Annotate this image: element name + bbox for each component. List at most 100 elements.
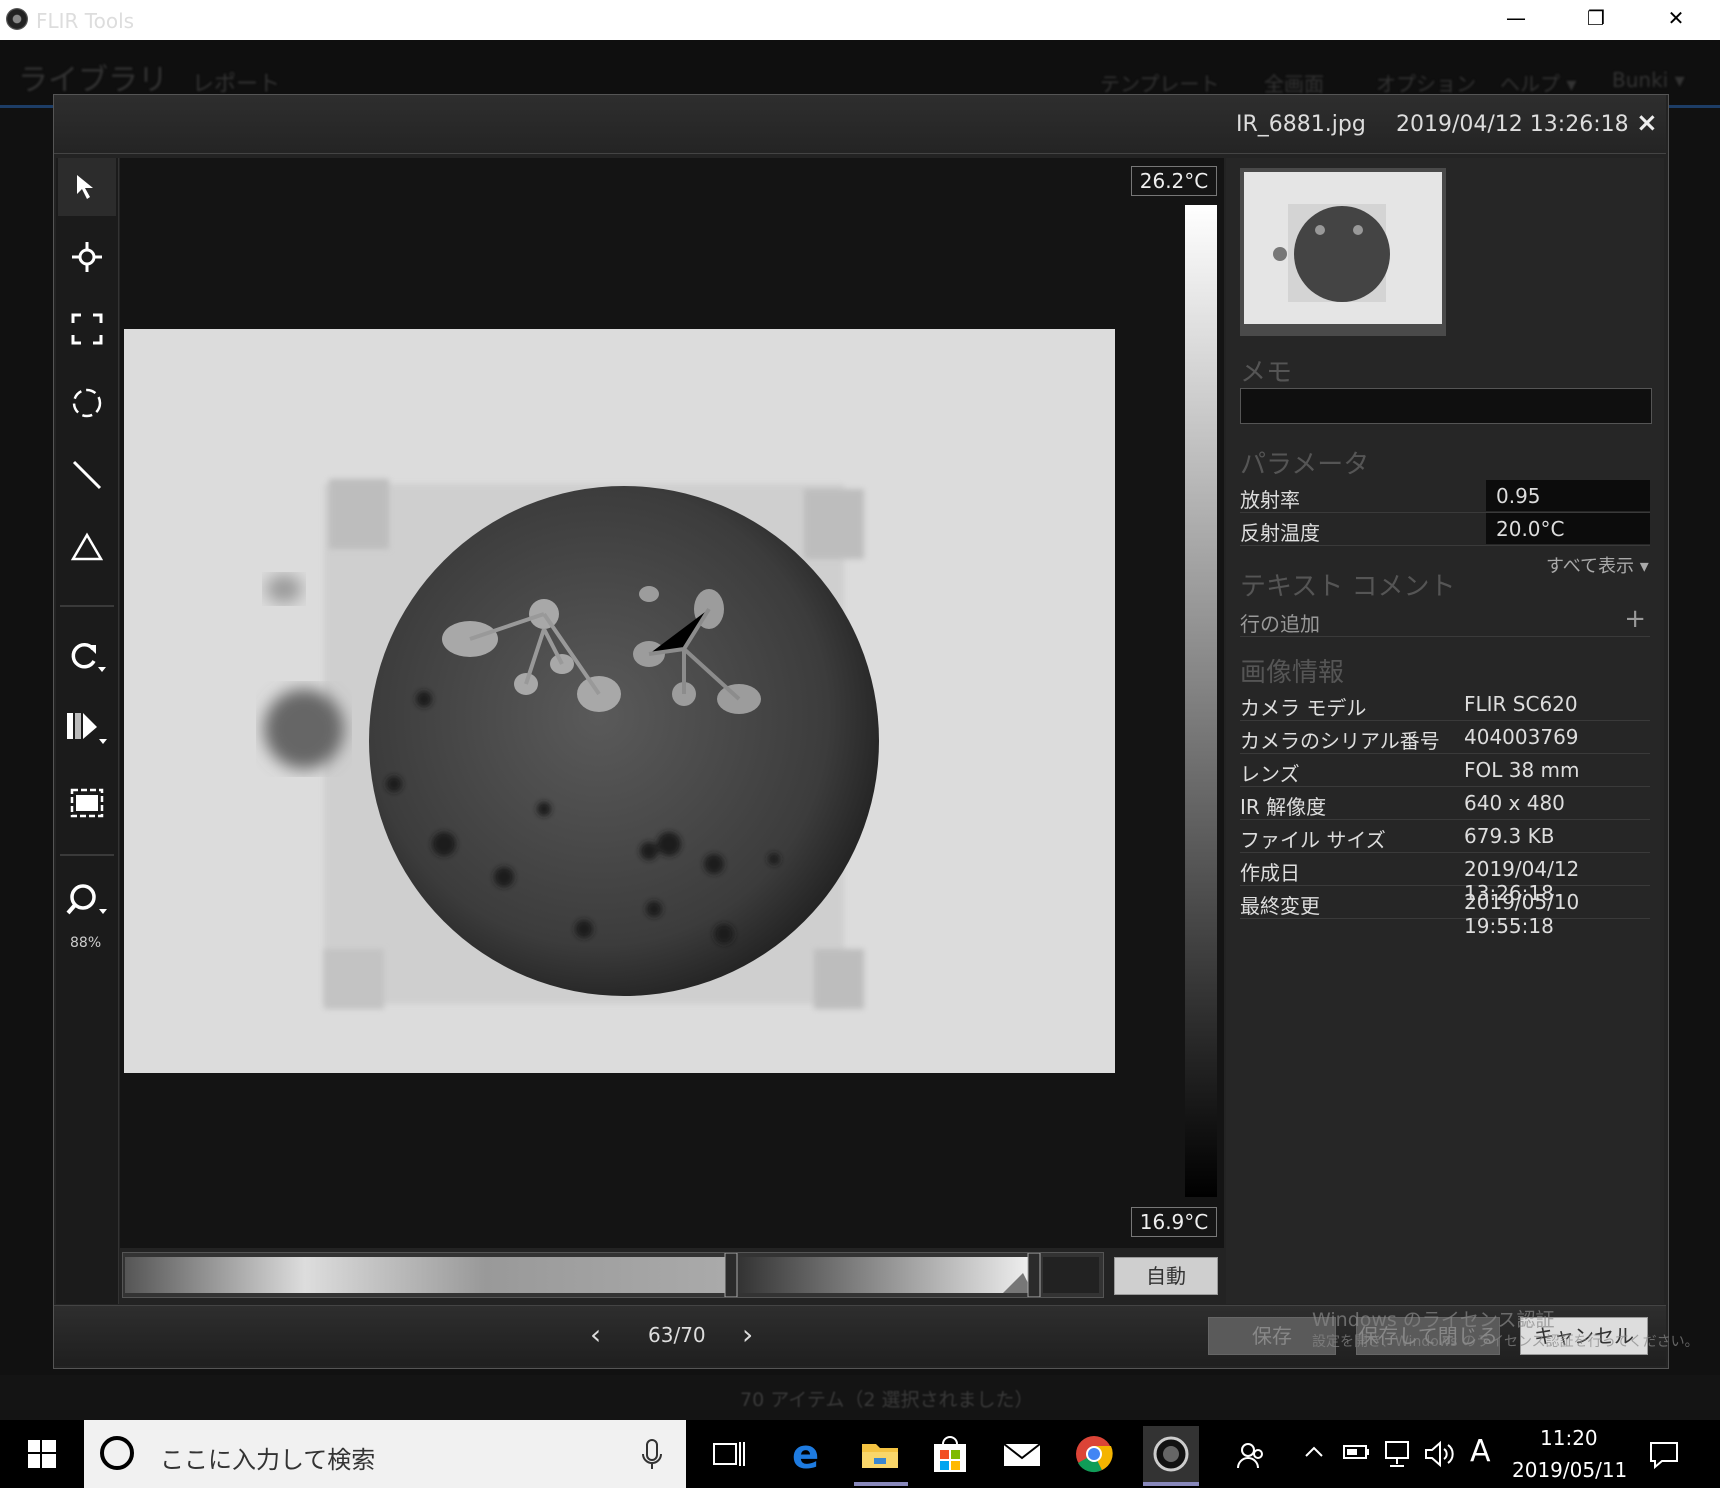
box-tool[interactable] — [58, 300, 116, 358]
param-row-reflected-temp[interactable]: 反射温度 20.0°C — [1240, 513, 1650, 546]
people-icon[interactable] — [1236, 1440, 1266, 1476]
param-row-emissivity[interactable]: 放射率 0.95 — [1240, 480, 1650, 513]
info-row-lens: レンズ FOL 38 mm — [1240, 754, 1650, 787]
param-label: 反射温度 — [1240, 521, 1320, 545]
network-glyph — [1385, 1441, 1409, 1467]
info-label: カメラ モデル — [1240, 696, 1367, 720]
delta-tool[interactable] — [58, 518, 116, 576]
cortana-icon[interactable] — [100, 1436, 134, 1470]
mic-glyph — [642, 1439, 662, 1469]
image-datetime: 2019/04/12 13:26:18 — [1396, 112, 1629, 137]
ime-indicator[interactable]: A — [1470, 1434, 1491, 1469]
next-image-button[interactable]: › — [742, 1318, 753, 1351]
toolbar-separator — [60, 854, 114, 856]
info-value: FOL 38 mm — [1464, 758, 1580, 782]
info-row-camera-model: カメラ モデル FLIR SC620 — [1240, 688, 1650, 721]
network-icon[interactable] — [1382, 1440, 1412, 1474]
file-explorer-icon[interactable] — [860, 1434, 900, 1474]
notification-icon[interactable] — [1648, 1440, 1680, 1476]
mail-icon[interactable] — [1002, 1434, 1042, 1474]
volume-icon[interactable] — [1424, 1440, 1456, 1474]
bg-menu-template: テンプレート — [1100, 72, 1220, 96]
fit-tool[interactable] — [58, 774, 116, 832]
info-label: レンズ — [1240, 762, 1300, 786]
auto-scale-button[interactable]: 自動 — [1114, 1257, 1218, 1295]
histogram-slider[interactable] — [122, 1252, 1104, 1298]
thumbnail-graphic — [1244, 172, 1442, 324]
speaker-glyph — [1425, 1440, 1454, 1468]
show-all-toggle[interactable]: すべて表示 ▾ — [1546, 552, 1649, 578]
mail-glyph — [1003, 1443, 1041, 1466]
info-row-modified: 最終変更 2019/05/10 19:55:18 — [1240, 886, 1650, 938]
search-placeholder[interactable]: ここに入力して検索 — [160, 1440, 375, 1475]
bg-menu-user: Bunki ▾ — [1612, 68, 1685, 92]
fit-screen-icon — [70, 788, 104, 818]
store-icon[interactable] — [930, 1434, 970, 1474]
line-tool[interactable] — [58, 446, 116, 504]
chrome-icon[interactable] — [1074, 1434, 1114, 1474]
info-value: FLIR SC620 — [1464, 692, 1578, 716]
dialog-close-button[interactable]: × — [1636, 108, 1658, 138]
image-thumbnail[interactable] — [1240, 168, 1446, 336]
close-window-button[interactable]: ✕ — [1656, 6, 1696, 34]
image-filename: IR_6881.jpg — [1236, 112, 1366, 137]
line-icon — [72, 460, 102, 490]
info-value: 404003769 — [1464, 725, 1579, 749]
box-corners-icon — [71, 313, 103, 345]
svg-text:e: e — [792, 1434, 819, 1474]
edge-glyph: e — [792, 1432, 819, 1478]
activation-watermark-title: Windows のライセンス認証 — [1312, 1309, 1555, 1331]
thermal-image[interactable] — [124, 329, 1115, 1073]
minimize-button[interactable]: — — [1496, 6, 1536, 34]
palette-tool[interactable] — [58, 700, 116, 758]
dashed-circle-icon — [72, 388, 102, 418]
spot-tool[interactable] — [58, 228, 116, 286]
clock-time[interactable]: 11:20 — [1540, 1426, 1598, 1450]
microphone-icon[interactable] — [640, 1438, 664, 1476]
magnifier-icon — [66, 884, 107, 915]
store-glyph — [934, 1436, 966, 1472]
flir-taskbar-icon[interactable] — [1143, 1426, 1199, 1486]
zoom-tool[interactable] — [58, 872, 116, 930]
temperature-scale-bar — [1185, 205, 1217, 1197]
memo-field[interactable] — [1240, 388, 1652, 424]
windows-logo-icon — [28, 1440, 56, 1468]
battery-glyph — [1343, 1445, 1369, 1459]
circle-tool[interactable] — [58, 374, 116, 432]
clock-date[interactable]: 2019/05/11 — [1512, 1458, 1627, 1482]
bg-menu-options: オプション — [1376, 72, 1476, 96]
info-value: 679.3 KB — [1464, 824, 1555, 848]
task-view-icon[interactable] — [708, 1434, 748, 1474]
select-tool[interactable] — [58, 158, 116, 216]
previous-image-button[interactable]: ‹ — [590, 1318, 601, 1351]
text-comment-heading: テキスト コメント — [1240, 572, 1456, 602]
battery-icon[interactable] — [1342, 1440, 1372, 1470]
param-value: 20.0°C — [1496, 517, 1565, 541]
add-line-row[interactable]: 行の追加 + — [1240, 604, 1650, 637]
bg-menu-help: ヘルプ ▾ — [1500, 72, 1577, 96]
chrome-glyph — [1076, 1436, 1113, 1473]
chevron-glyph — [1305, 1446, 1323, 1457]
info-row-ir-resolution: IR 解像度 640 x 480 — [1240, 787, 1650, 820]
palette-icon — [67, 713, 107, 744]
scale-min-temp[interactable]: 16.9°C — [1131, 1207, 1217, 1237]
info-label: カメラのシリアル番号 — [1240, 729, 1440, 753]
info-value: 640 x 480 — [1464, 791, 1565, 815]
flir-camera-glyph — [1153, 1436, 1189, 1472]
window-title: FLIR Tools — [36, 9, 135, 33]
restore-button[interactable]: ❐ — [1576, 6, 1616, 34]
triangle-icon — [71, 532, 103, 561]
folder-glyph — [862, 1444, 898, 1468]
task-view-glyph — [713, 1442, 745, 1466]
rotate-tool[interactable] — [58, 628, 116, 686]
plus-icon[interactable]: + — [1624, 604, 1646, 634]
window-titlebar — [0, 0, 1720, 40]
thermal-photo-graphic — [124, 329, 1115, 1073]
active-indicator — [1143, 1482, 1199, 1486]
start-button[interactable] — [28, 1440, 56, 1472]
chevron-up-icon[interactable] — [1302, 1440, 1326, 1470]
edge-browser-icon[interactable]: e — [788, 1432, 828, 1478]
scale-max-temp[interactable]: 26.2°C — [1131, 166, 1217, 196]
memo-heading: メモ — [1240, 358, 1293, 388]
rotate-icon — [71, 643, 106, 672]
